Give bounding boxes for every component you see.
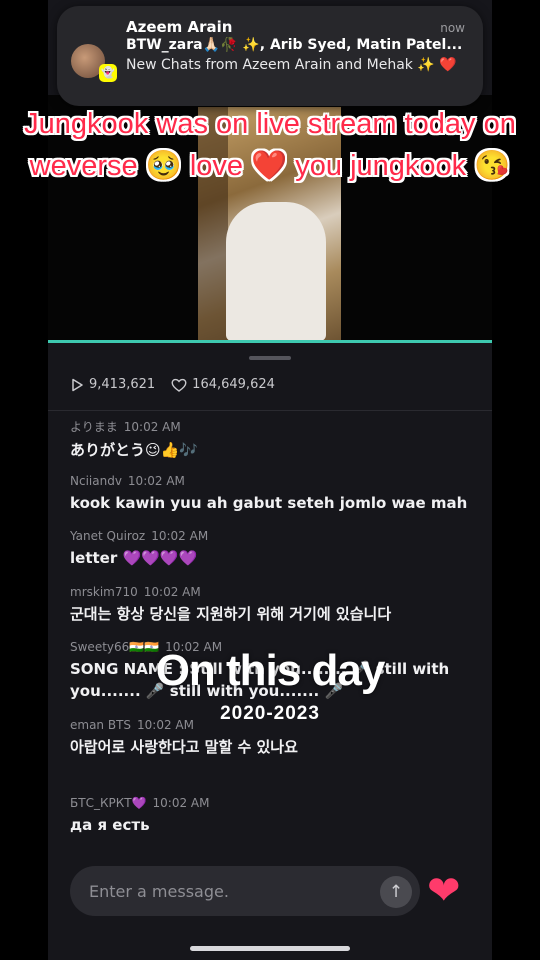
heart-outline-icon (171, 378, 187, 392)
comment-text: 아랍어로 사랑한다고 말할 수 있나요 (70, 738, 298, 756)
comment-user[interactable]: mrskim710 (70, 585, 138, 599)
on-this-day-years: 2020-2023 (220, 703, 320, 724)
message-placeholder: Enter a message. (89, 882, 229, 901)
comment-text: ありがとう😉👍🎶 (70, 441, 198, 459)
comment-time: 10:02 AM (151, 529, 209, 543)
home-indicator[interactable] (190, 946, 350, 951)
comment-user[interactable]: よりまま (70, 420, 118, 434)
play-icon (72, 378, 83, 391)
video-person (226, 202, 326, 341)
likes-stat: 164,649,624 (171, 377, 275, 392)
stats-row: 9,413,621 164,649,624 (70, 377, 275, 392)
likes-count: 164,649,624 (192, 377, 275, 392)
arrow-up-icon[interactable]: ↑ (380, 876, 412, 908)
comment-text: letter 💜💜💜💜 (70, 549, 198, 567)
comment-user[interactable]: БТС_КРКТ💜 (70, 796, 147, 810)
comment-text: kook kawin yuu ah gabut seteh jomlo wae … (70, 494, 468, 512)
comment-item: Yanet Quiroz 10:02 AM letter 💜💜💜💜 (70, 529, 470, 569)
comment-user[interactable]: Yanet Quiroz (70, 529, 145, 543)
comment-time: 10:02 AM (123, 420, 181, 434)
on-this-day-title: On this day (155, 646, 386, 695)
comment-text: 군대는 항상 당신을 지원하기 위해 거기에 있습니다 (70, 605, 392, 623)
overlay-caption: Jungkook was on live stream today on wev… (24, 108, 516, 182)
comment-item: Nciiandv 10:02 AM kook kawin yuu ah gabut… (70, 474, 470, 514)
comment-time: 10:02 AM (127, 474, 185, 488)
comment-user[interactable]: Nciiandv (70, 474, 122, 488)
sheet-grabber[interactable] (249, 356, 291, 360)
message-input[interactable]: Enter a message. ↑ (70, 866, 420, 916)
notification-time: now (440, 21, 465, 35)
snapchat-notification[interactable]: 👻 Azeem Arain now BTW_zara🙏🏻🥀 ✨, Arib Sy… (57, 6, 483, 106)
progress-line (48, 340, 492, 343)
plays-count: 9,413,621 (89, 377, 156, 392)
heart-filled-icon[interactable]: ❤ (427, 868, 461, 914)
plays-stat: 9,413,621 (70, 377, 155, 392)
comment-item: mrskim710 10:02 AM 군대는 항상 당신을 지원하기 위해 거기에… (70, 585, 470, 625)
comment-time: 10:02 AM (152, 796, 210, 810)
comment-text: да я есть (70, 816, 150, 834)
comment-time: 10:02 AM (143, 585, 201, 599)
notification-body: New Chats from Azeem Arain and Mehak ✨ ❤… (126, 57, 457, 73)
comment-item: БТС_КРКТ💜 10:02 AM да я есть (70, 796, 470, 836)
snapchat-icon: 👻 (99, 64, 117, 82)
notification-title: Azeem Arain (126, 18, 233, 36)
notification-senders: BTW_zara🙏🏻🥀 ✨, Arib Syed, Matin Patel... (126, 37, 463, 53)
divider (48, 410, 492, 411)
comment-item: よりまま 10:02 AM ありがとう😉👍🎶 (70, 418, 470, 461)
